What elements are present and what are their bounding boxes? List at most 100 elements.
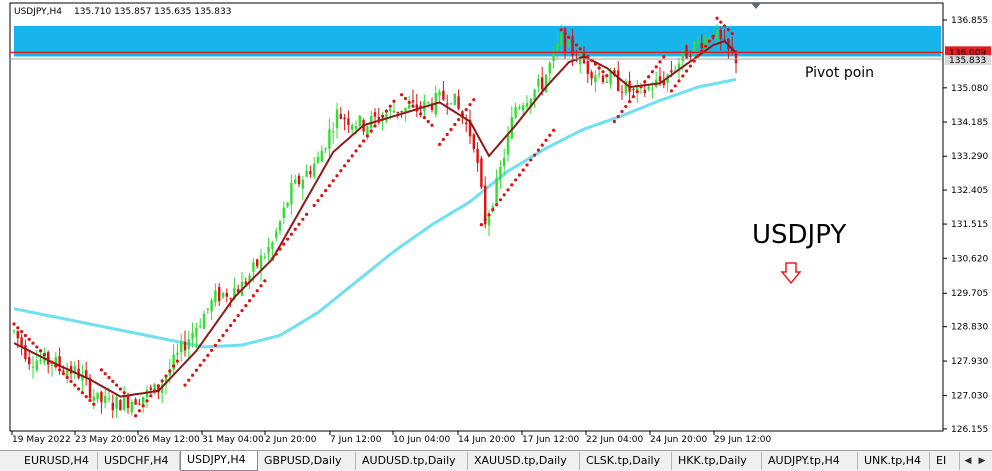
sar-dot xyxy=(172,364,176,368)
sar-dot xyxy=(255,289,259,293)
sar-dot xyxy=(533,153,537,157)
price-tick-label: 135.080 xyxy=(951,84,988,94)
chart-tab-bar: EURUSD,H4 USDCHF,H4 USDJPY,H4 GBPUSD,Dai… xyxy=(0,450,992,471)
sar-dot xyxy=(54,364,58,368)
sar-dot xyxy=(27,337,31,341)
tab-clsk-daily[interactable]: CLSK.tp,Daily xyxy=(580,452,672,470)
candle-body xyxy=(31,366,35,368)
sar-dot xyxy=(77,387,81,391)
candle-body xyxy=(594,75,597,83)
candle xyxy=(514,102,517,120)
candle-body xyxy=(567,39,570,48)
sar-dot xyxy=(403,96,407,101)
price-tick-label: 127.030 xyxy=(951,391,988,401)
sar-dot xyxy=(388,104,392,108)
candle-body xyxy=(206,308,209,310)
sar-dot xyxy=(574,43,579,47)
candle xyxy=(20,334,23,356)
chart-shift-icon[interactable] xyxy=(751,3,761,9)
candle-body xyxy=(696,41,700,44)
sar-dot xyxy=(118,387,122,391)
candle-body xyxy=(290,182,293,205)
candle-body xyxy=(191,332,194,340)
candle-body xyxy=(563,28,567,52)
tab-xauusd-daily[interactable]: XAUUSD.tp,Daily xyxy=(468,452,580,470)
sar-dot xyxy=(384,109,388,113)
sar-dot xyxy=(354,149,358,153)
candle-body xyxy=(142,396,145,405)
sar-dot xyxy=(210,348,214,352)
sar-dot xyxy=(669,89,674,93)
tab-ei[interactable]: EI xyxy=(930,452,960,470)
candle-body xyxy=(465,122,468,125)
tab-scroll-left-icon[interactable]: ◀ xyxy=(962,454,974,468)
candle xyxy=(225,288,228,303)
candle xyxy=(548,60,551,83)
time-tick-label: 19 May 2022 xyxy=(12,435,71,445)
candle xyxy=(115,394,118,419)
symbol-annotation[interactable]: USDJPY xyxy=(752,220,846,250)
tab-eurusd-h4[interactable]: EURUSD,H4 xyxy=(18,452,98,470)
sar-dot xyxy=(320,194,324,198)
sar-dot xyxy=(586,54,590,59)
candle xyxy=(415,93,418,118)
candle-body xyxy=(704,36,707,51)
candle xyxy=(12,329,16,335)
candle-body xyxy=(210,300,213,312)
sar-dot xyxy=(39,349,43,353)
candle-body xyxy=(66,370,69,377)
candle-body xyxy=(693,41,696,53)
tab-usdchf-h4[interactable]: USDCHF,H4 xyxy=(98,452,180,470)
candle-body xyxy=(111,402,114,411)
tab-audusd-daily[interactable]: AUDUSD.tp,Daily xyxy=(356,452,468,470)
candle-body xyxy=(449,103,453,105)
pivot-point-label[interactable]: Pivot poin xyxy=(805,65,874,81)
sar-dot xyxy=(160,379,164,383)
tab-scroll-right-icon[interactable]: ▶ xyxy=(976,454,988,468)
sar-dot xyxy=(685,69,689,73)
candle xyxy=(411,89,415,106)
candle xyxy=(28,350,31,370)
candle xyxy=(624,79,627,96)
price-tick-label: 127.930 xyxy=(951,357,988,367)
candle xyxy=(301,175,304,200)
sar-dot xyxy=(616,114,620,119)
candle-body xyxy=(183,341,187,351)
sar-dot xyxy=(483,218,487,222)
candle-body xyxy=(286,202,289,207)
candle-body xyxy=(438,91,441,96)
candle-body xyxy=(548,63,551,74)
candle xyxy=(134,397,137,405)
candle-body xyxy=(537,78,540,87)
tab-audjpy-h4[interactable]: AUDJPY.tp,H4 xyxy=(762,452,858,470)
sar-dot xyxy=(377,119,381,123)
sar-dot xyxy=(20,330,24,334)
candle xyxy=(601,74,605,85)
down-arrow-icon[interactable] xyxy=(780,262,802,285)
tab-hkk-daily[interactable]: HKK.tp,Daily xyxy=(672,452,762,470)
price-tick-label: 126.155 xyxy=(951,425,988,435)
sar-dot xyxy=(487,213,491,217)
sar-dot xyxy=(681,74,685,78)
candle-body xyxy=(62,370,65,372)
sar-dot xyxy=(479,223,483,227)
candle-body xyxy=(130,401,133,413)
candle xyxy=(655,71,658,89)
sar-dot xyxy=(536,148,541,152)
chart-window[interactable]: USDJPY,H4 135.710 135.857 135.635 135.83… xyxy=(0,0,992,450)
candle-body xyxy=(514,107,517,118)
sar-dot xyxy=(339,169,343,173)
tab-unk-h4[interactable]: UNK.tp,H4 xyxy=(858,452,930,470)
sar-dot xyxy=(643,80,647,84)
tab-usdjpy-h4[interactable]: USDJPY,H4 xyxy=(180,451,258,471)
parabolic-sar-layer xyxy=(12,16,734,418)
price-chart[interactable]: USDJPY,H4 135.710 135.857 135.635 135.83… xyxy=(0,0,992,450)
sar-dot xyxy=(221,333,225,338)
sar-dot xyxy=(31,341,35,345)
tab-gbpusd-daily[interactable]: GBPUSD,Daily xyxy=(258,452,356,470)
candle xyxy=(544,73,548,94)
sar-dot xyxy=(153,389,157,393)
sar-dot xyxy=(16,326,20,330)
candle-body xyxy=(609,71,612,85)
sar-dot xyxy=(514,178,518,182)
